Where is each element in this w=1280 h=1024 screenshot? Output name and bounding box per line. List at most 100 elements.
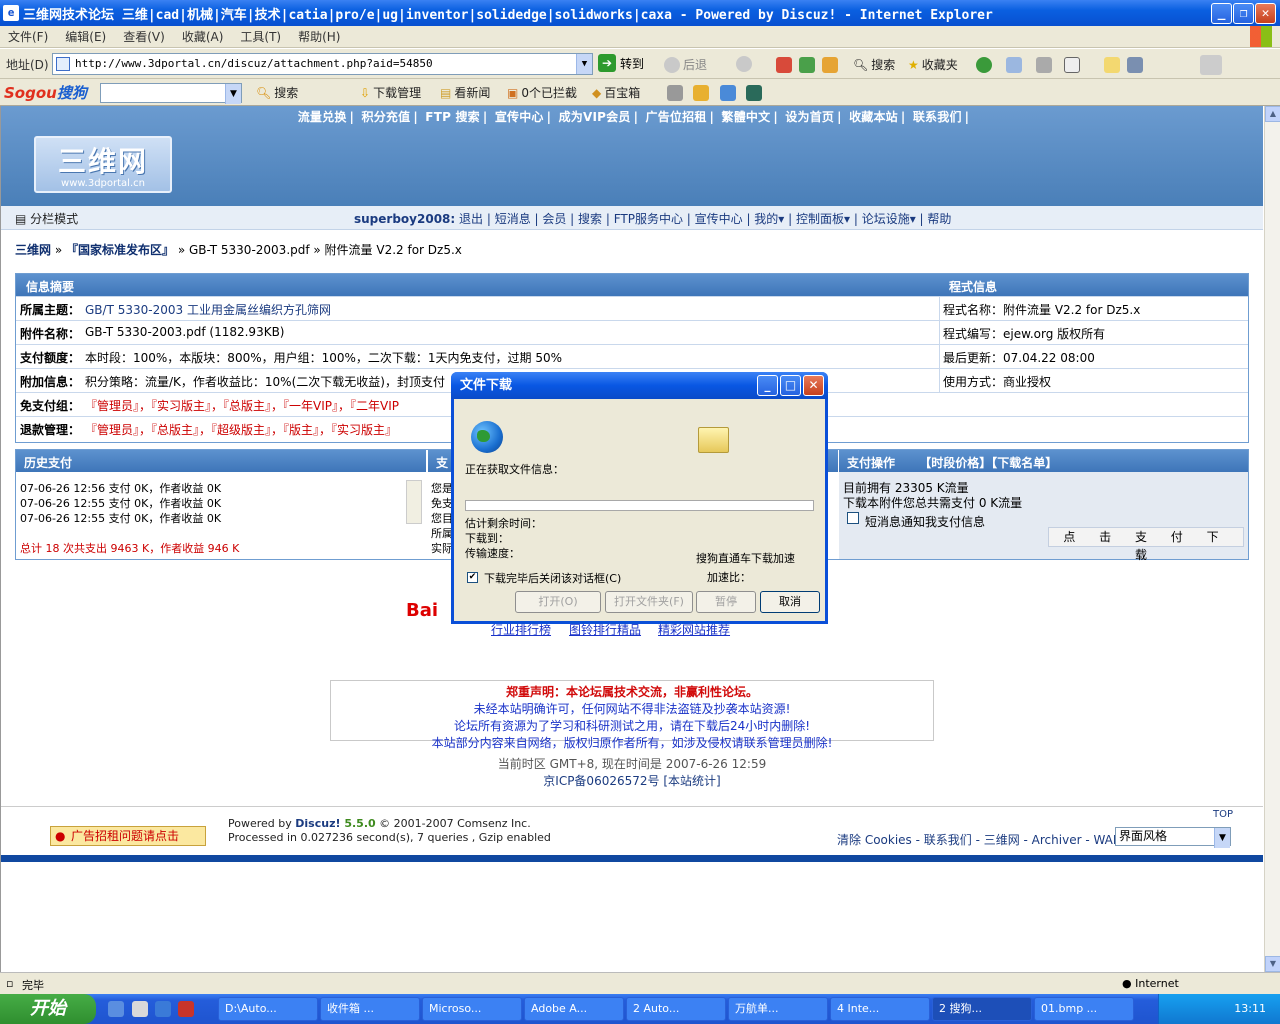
ad-rent-button[interactable]: ● 广告招租问题请点击: [50, 826, 206, 846]
user-links[interactable]: superboy2008: 退出 | 短消息 | 会员 | 搜索 | FTP服务…: [354, 210, 951, 227]
pause-button[interactable]: 暂停: [696, 591, 756, 613]
cancel-button[interactable]: 取消: [760, 591, 820, 613]
baidu-logo[interactable]: Bai: [406, 600, 438, 621]
footer-links[interactable]: 清除 Cookies - 联系我们 - 三维网 - Archiver - WAP: [837, 831, 1120, 848]
sogou-dropdown[interactable]: ▼: [225, 84, 241, 104]
task-wanhang[interactable]: 万航单...: [728, 997, 828, 1021]
clock[interactable]: 13:11: [1234, 1002, 1266, 1015]
page-scrollbar[interactable]: ▲ ▼: [1264, 106, 1280, 972]
dialog-close-button[interactable]: ✕: [803, 375, 824, 396]
mail-icon[interactable]: [1006, 57, 1022, 73]
nav-homepage[interactable]: 设为首页: [785, 110, 834, 124]
sogou-search-input[interactable]: ▼: [100, 83, 242, 104]
history-icon[interactable]: [976, 57, 992, 73]
site-logo[interactable]: 三维网 www.3dportal.cn: [34, 136, 172, 193]
dialog-minimize-button[interactable]: _: [757, 375, 778, 396]
task-autocad[interactable]: 2 Auto...: [626, 997, 726, 1021]
nav-vip[interactable]: 成为VIP会员: [559, 110, 631, 124]
crumb-home[interactable]: 三维网: [15, 243, 51, 257]
menu-favorites[interactable]: 收藏(A): [182, 28, 224, 45]
home-icon[interactable]: [822, 57, 838, 73]
nav-ftp-search[interactable]: FTP 搜索: [425, 110, 480, 124]
history-scrollbar[interactable]: [406, 480, 422, 524]
menu-tools[interactable]: 工具(T): [240, 28, 281, 45]
edit-word-icon[interactable]: [1064, 57, 1080, 73]
open-button[interactable]: 打开(O): [515, 591, 601, 613]
music-icon[interactable]: [667, 85, 683, 101]
dialog-title: 文件下载: [460, 378, 513, 393]
news-button[interactable]: ▤ 看新闻: [440, 84, 490, 101]
history-heading: 历史支付: [16, 450, 426, 472]
game-icon[interactable]: [693, 85, 709, 101]
task-ie[interactable]: 4 Inte...: [830, 997, 930, 1021]
menu-edit[interactable]: 编辑(E): [65, 28, 106, 45]
stop-icon[interactable]: [776, 57, 792, 73]
notify-checkbox[interactable]: [847, 512, 859, 524]
quicklaunch-desktop-icon[interactable]: [132, 1001, 148, 1017]
maximize-button[interactable]: ❐: [1233, 3, 1254, 24]
close-button[interactable]: ✕: [1255, 3, 1276, 24]
scroll-down-arrow[interactable]: ▼: [1265, 956, 1280, 972]
quicklaunch-ie-icon[interactable]: [108, 1001, 124, 1017]
sogou-search-button[interactable]: 🔍︎ 搜索: [256, 84, 298, 101]
task-adobe[interactable]: Adobe A...: [524, 997, 624, 1021]
nav-promotion[interactable]: 宣传中心: [495, 110, 544, 124]
nav-points-recharge[interactable]: 积分充值: [362, 110, 411, 124]
search-button[interactable]: 🔍︎ 搜索: [853, 56, 895, 73]
research-icon[interactable]: [1127, 57, 1143, 73]
sogou-logo[interactable]: Sogou搜狗: [4, 82, 87, 103]
pay-heading-links[interactable]: 【时段价格】【下载名单】: [919, 456, 1057, 470]
discuss-icon[interactable]: [1104, 57, 1120, 73]
treasure-box-button[interactable]: ◆ 百宝箱: [592, 84, 640, 101]
split-mode-link[interactable]: ▤ 分栏模式: [15, 210, 78, 227]
minimize-button[interactable]: _: [1211, 3, 1232, 24]
scroll-up-arrow[interactable]: ▲: [1265, 106, 1280, 122]
popup-blocker-button[interactable]: ▣ 0个已拦截: [507, 84, 577, 101]
row-value: 积分策略：流量/K，作者收益比：10%(二次下载无收益)，封顶支付: [85, 375, 445, 389]
favorites-button[interactable]: ★ 收藏夹: [908, 56, 958, 73]
open-folder-button[interactable]: 打开文件夹(F): [605, 591, 693, 613]
forward-button[interactable]: [736, 56, 752, 72]
nav-ad-rent[interactable]: 广告位招租: [646, 110, 707, 124]
download-icon: ⇩: [360, 85, 371, 100]
task-word[interactable]: Microso...: [422, 997, 522, 1021]
discuz-link[interactable]: Discuz!: [295, 817, 340, 830]
icp-link[interactable]: 京ICP备06026572号 [本站统计]: [1, 772, 1263, 789]
pay-download-button[interactable]: 点 击 支 付 下 载: [1048, 527, 1244, 562]
back-to-top-link[interactable]: TOP: [1213, 809, 1233, 820]
back-button[interactable]: 后退: [664, 56, 707, 73]
style-select[interactable]: 界面风格 ▼: [1115, 827, 1231, 848]
close-when-done-checkbox[interactable]: ✔: [467, 572, 478, 583]
task-explorer[interactable]: D:\Auto...: [218, 997, 318, 1021]
nav-contact[interactable]: 联系我们: [913, 110, 962, 124]
quicklaunch-autocad-icon[interactable]: [178, 1001, 194, 1017]
address-input[interactable]: http://www.3dportal.cn/discuz/attachment…: [52, 53, 593, 75]
tv-icon[interactable]: [746, 85, 762, 101]
user-menu-links[interactable]: 退出 | 短消息 | 会员 | 搜索 | FTP服务中心 | 宣传中心 | 我的…: [459, 212, 951, 226]
username[interactable]: superboy2008:: [354, 212, 455, 226]
blocked-label: 0个已拦截: [521, 86, 577, 100]
download-manager-button[interactable]: ⇩ 下载管理: [360, 84, 421, 101]
nav-bookmark[interactable]: 收藏本站: [849, 110, 898, 124]
nav-traffic-exchange[interactable]: 流量兑换: [298, 110, 347, 124]
messenger-icon[interactable]: [1200, 55, 1222, 75]
row-key: 附件名称：: [20, 327, 81, 341]
print-icon[interactable]: [1036, 57, 1052, 73]
address-dropdown[interactable]: ▼: [576, 54, 592, 74]
nav-traditional[interactable]: 繁體中文: [722, 110, 771, 124]
task-bmp[interactable]: 01.bmp ...: [1034, 997, 1134, 1021]
chart-icon[interactable]: [720, 85, 736, 101]
menu-help[interactable]: 帮助(H): [298, 28, 340, 45]
start-button[interactable]: 开始: [0, 994, 96, 1024]
menu-file[interactable]: 文件(F): [8, 28, 48, 45]
task-inbox[interactable]: 收件箱 ...: [320, 997, 420, 1021]
crumb-forum[interactable]: 『国家标准发布区』: [66, 243, 174, 257]
row-value: 本时段：100%，本版块：800%，用户组：100%，二次下载：1天内免支付，过…: [85, 351, 563, 365]
menu-view[interactable]: 查看(V): [123, 28, 165, 45]
topic-link[interactable]: GB/T 5330-2003 工业用金属丝编织方孔筛网: [85, 301, 331, 318]
refresh-icon[interactable]: [799, 57, 815, 73]
go-button[interactable]: ➔ 转到: [598, 54, 644, 72]
quicklaunch-media-icon[interactable]: [155, 1001, 171, 1017]
dialog-maximize-button[interactable]: □: [780, 375, 801, 396]
task-sogou[interactable]: 2 搜狗...: [932, 997, 1032, 1021]
